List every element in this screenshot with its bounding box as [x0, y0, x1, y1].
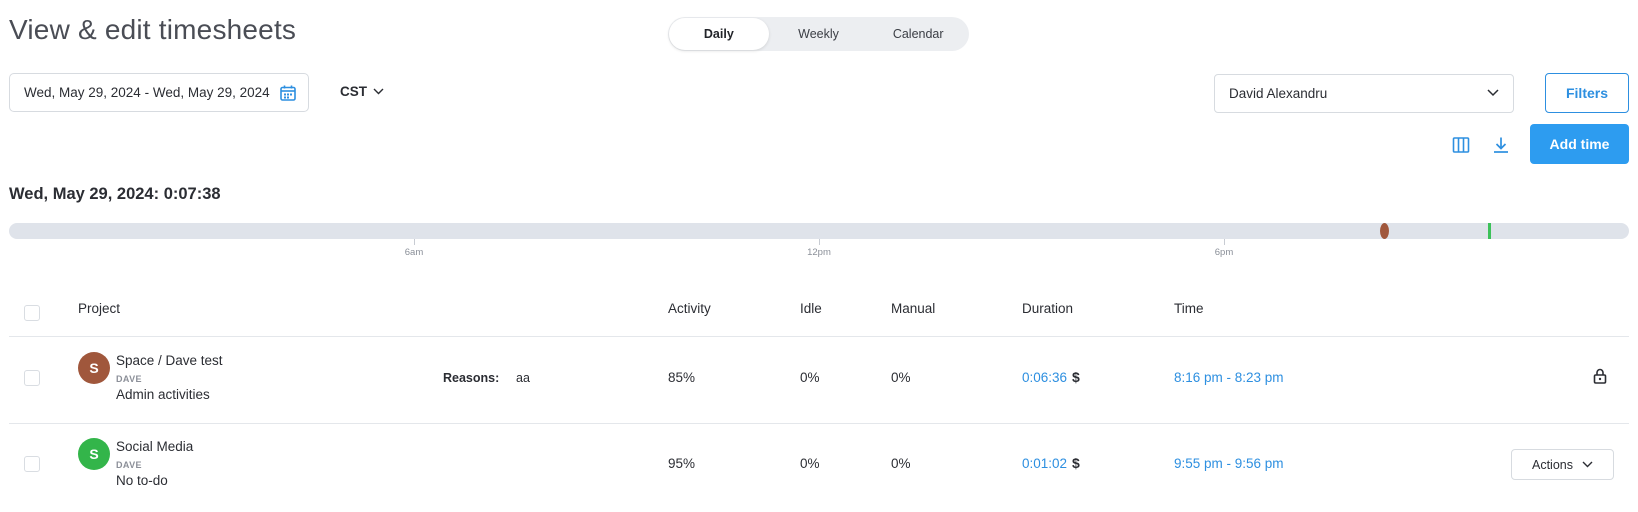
column-header-duration: Duration [1022, 301, 1074, 316]
project-user: DAVE [116, 374, 142, 384]
column-header-project: Project [78, 301, 121, 316]
date-range-value: Wed, May 29, 2024 - Wed, May 29, 2024 [24, 85, 270, 100]
timeline-tick-label: 6pm [1214, 247, 1234, 258]
time-range-link[interactable]: 9:55 pm - 9:56 pm [1174, 456, 1284, 471]
day-timeline [9, 223, 1629, 239]
columns-icon [1452, 137, 1470, 153]
chevron-down-icon [1582, 461, 1593, 468]
project-user: DAVE [116, 460, 142, 470]
activity-value: 95% [668, 456, 696, 471]
project-todo: No to-do [116, 473, 168, 488]
row-checkbox[interactable] [24, 370, 40, 386]
timeline-entry-2[interactable] [1488, 223, 1491, 239]
duration-link[interactable]: 0:01:02 [1022, 456, 1067, 471]
day-summary: Wed, May 29, 2024: 0:07:38 [9, 185, 221, 203]
column-header-activity: Activity [668, 301, 711, 316]
lock-icon [1593, 368, 1607, 384]
calendar-icon[interactable] [279, 84, 297, 102]
avatar: S [78, 438, 110, 470]
member-value: David Alexandru [1229, 86, 1328, 101]
reasons-value: aa [516, 371, 530, 385]
view-switcher: Daily Weekly Calendar [668, 17, 969, 51]
timeline-entry-1[interactable] [1380, 223, 1389, 239]
column-header-idle: Idle [800, 301, 822, 316]
column-header-manual: Manual [891, 301, 936, 316]
table-divider [9, 336, 1629, 337]
tab-daily[interactable]: Daily [669, 18, 769, 50]
idle-value: 0% [800, 370, 820, 385]
download-icon [1494, 137, 1508, 153]
project-name: Space / Dave test [116, 353, 223, 368]
row-checkbox[interactable] [24, 456, 40, 472]
activity-value: 85% [668, 370, 696, 385]
timeline-tick-label: 12pm [807, 247, 831, 258]
timeline-tick [414, 239, 415, 245]
filters-button[interactable]: Filters [1545, 73, 1629, 113]
tab-weekly[interactable]: Weekly [769, 18, 869, 50]
reasons-label: Reasons: [443, 371, 500, 385]
project-name: Social Media [116, 439, 194, 454]
timeline-tick [819, 239, 820, 245]
project-todo: Admin activities [116, 387, 210, 402]
timezone-value: CST [340, 84, 367, 99]
table-divider [9, 423, 1629, 424]
billable-icon: $ [1072, 369, 1080, 385]
select-all-checkbox[interactable] [24, 305, 40, 321]
duration-link[interactable]: 0:06:36 [1022, 370, 1067, 385]
add-time-button[interactable]: Add time [1530, 124, 1629, 164]
chevron-down-icon [373, 88, 384, 95]
idle-value: 0% [800, 456, 820, 471]
actions-dropdown-button[interactable]: Actions [1511, 449, 1614, 480]
columns-button[interactable] [1450, 134, 1472, 156]
time-range-link[interactable]: 8:16 pm - 8:23 pm [1174, 370, 1284, 385]
column-header-time: Time [1174, 301, 1204, 316]
download-button[interactable] [1490, 134, 1512, 156]
manual-value: 0% [891, 370, 911, 385]
actions-label: Actions [1532, 457, 1573, 472]
tab-calendar[interactable]: Calendar [868, 18, 968, 50]
date-range-picker[interactable]: Wed, May 29, 2024 - Wed, May 29, 2024 [9, 73, 309, 112]
page-title: View & edit timesheets [9, 14, 297, 45]
avatar: S [78, 352, 110, 384]
timeline-tick [1224, 239, 1225, 245]
billable-icon: $ [1072, 455, 1080, 471]
manual-value: 0% [891, 456, 911, 471]
member-select[interactable]: David Alexandru [1214, 74, 1514, 113]
chevron-down-icon [1487, 89, 1499, 97]
timeline-tick-label: 6am [404, 247, 424, 258]
timezone-dropdown[interactable]: CST [340, 84, 384, 99]
